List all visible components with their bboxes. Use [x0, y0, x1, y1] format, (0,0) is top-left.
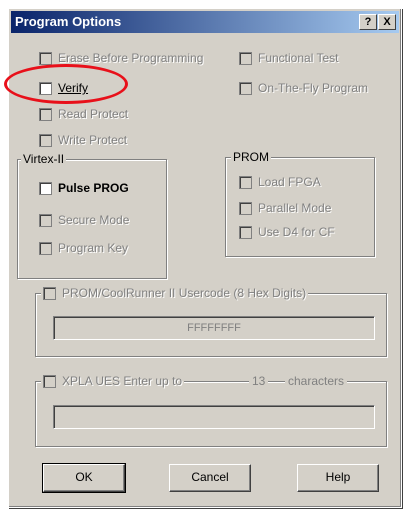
functional-test-checkbox[interactable]: Functional Test — [239, 51, 339, 65]
program-key-label: Program Key — [58, 241, 129, 255]
on-the-fly-checkbox[interactable]: On-The-Fly Program — [239, 81, 368, 95]
parallel-mode-checkbox[interactable]: Parallel Mode — [239, 201, 331, 215]
secure-mode-checkbox[interactable]: Secure Mode — [39, 213, 129, 227]
checkbox-box — [43, 286, 56, 300]
close-title-button[interactable]: X — [378, 14, 396, 30]
dialog-title: Program Options — [15, 14, 122, 29]
load-fpga-label: Load FPGA — [258, 175, 321, 189]
parallel-mode-label: Parallel Mode — [258, 201, 332, 215]
usercode-checkbox[interactable]: PROM/CoolRunner II Usercode (8 Hex Digit… — [41, 286, 309, 300]
checkbox-box — [239, 175, 252, 189]
xpla-input[interactable] — [53, 405, 375, 429]
load-fpga-checkbox[interactable]: Load FPGA — [239, 175, 321, 189]
read-protect-label: Read Protect — [58, 107, 129, 121]
checkbox-box — [239, 81, 252, 95]
xpla-checkbox[interactable]: XPLA UES Enter up to — [41, 374, 185, 388]
erase-before-checkbox[interactable]: Erase Before Programming — [39, 51, 203, 65]
usercode-label: PROM/CoolRunner II Usercode (8 Hex Digit… — [62, 286, 307, 300]
checkbox-box — [39, 51, 52, 65]
ok-button[interactable]: OK — [42, 463, 126, 493]
title-bar: Program Options ? X — [11, 11, 399, 33]
cancel-button[interactable]: Cancel — [169, 464, 251, 492]
program-key-checkbox[interactable]: Program Key — [39, 241, 128, 255]
usercode-input[interactable]: FFFFFFFF — [53, 316, 375, 340]
on-the-fly-label: On-The-Fly Program — [258, 81, 369, 95]
read-protect-checkbox[interactable]: Read Protect — [39, 107, 128, 121]
use-d4-label: Use D4 for CF — [258, 225, 335, 239]
red-annotation-circle — [4, 64, 128, 104]
help-title-button[interactable]: ? — [359, 14, 377, 30]
checkbox-box — [39, 213, 52, 227]
help-button[interactable]: Help — [297, 464, 379, 492]
write-protect-checkbox[interactable]: Write Protect — [39, 133, 127, 147]
checkbox-box — [239, 51, 252, 65]
checkbox-box — [239, 225, 252, 239]
use-d4-checkbox[interactable]: Use D4 for CF — [239, 225, 335, 239]
checkbox-box — [39, 181, 52, 195]
functional-test-label: Functional Test — [258, 51, 339, 65]
erase-before-label: Erase Before Programming — [58, 51, 204, 65]
xpla-suffix: characters — [285, 374, 348, 388]
checkbox-box — [239, 201, 252, 215]
write-protect-label: Write Protect — [58, 133, 128, 147]
pulse-prog-checkbox[interactable]: Pulse PROG — [39, 181, 129, 195]
prom-group-label: PROM — [231, 150, 271, 164]
secure-mode-label: Secure Mode — [58, 213, 130, 227]
checkbox-box — [39, 107, 52, 121]
xpla-label: XPLA UES Enter up to — [62, 374, 183, 388]
virtex-group-label: Virtex-II — [21, 152, 67, 166]
xpla-count: 13 — [249, 374, 269, 388]
checkbox-box — [39, 241, 52, 255]
pulse-prog-label: Pulse PROG — [58, 181, 129, 195]
checkbox-box — [39, 133, 52, 147]
checkbox-box — [43, 374, 56, 388]
